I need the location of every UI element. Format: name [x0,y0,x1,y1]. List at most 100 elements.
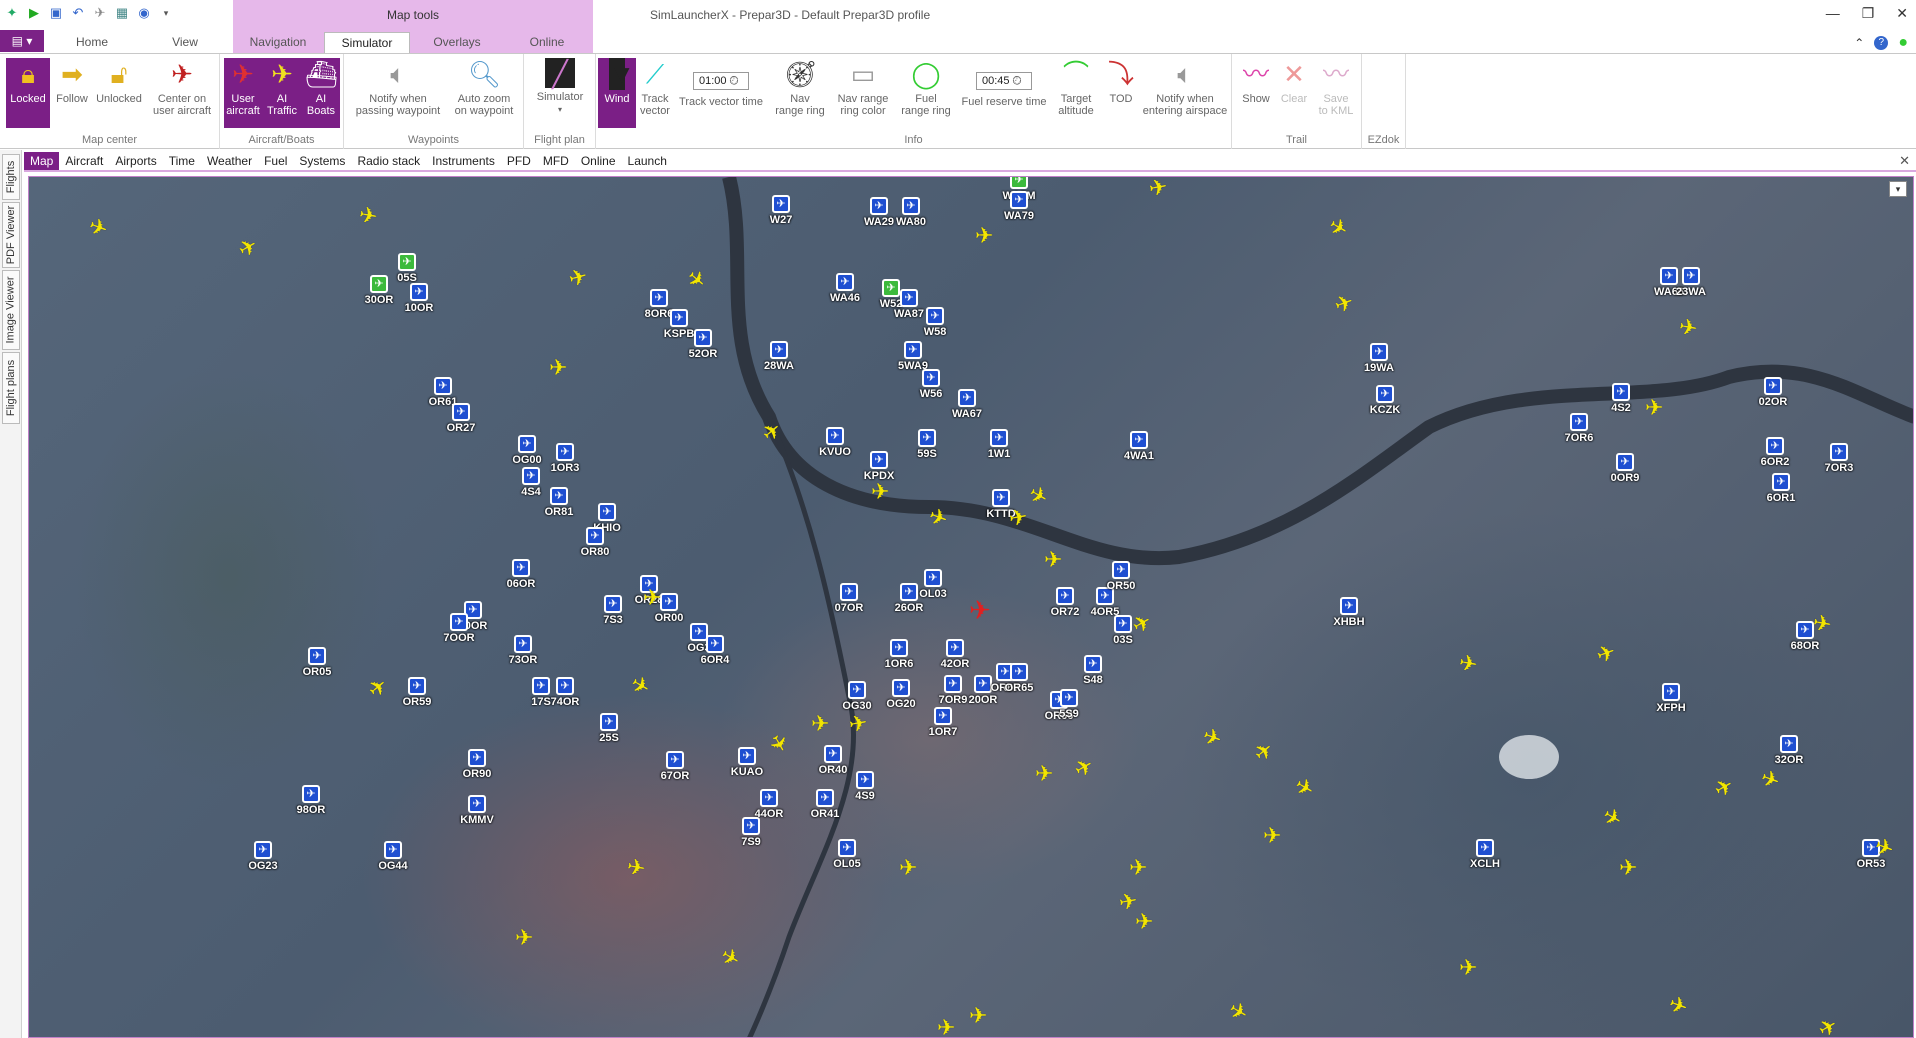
subtab-weather[interactable]: Weather [201,152,258,170]
airport-marker[interactable]: ✈ 6OR1 [1751,473,1811,504]
airport-marker[interactable]: ✈ 19WA [1349,343,1409,374]
subtab-aircraft[interactable]: Aircraft [59,152,109,170]
airport-marker[interactable]: ✈ 7S9 [721,817,781,848]
airport-marker[interactable]: ✈ 32OR [1759,735,1819,766]
side-tab-image-viewer[interactable]: Image Viewer [2,270,20,350]
airport-marker[interactable]: ✈ WA80 [881,197,941,228]
track-vector-time-input[interactable]: 01:00 🕘︎ [693,72,749,90]
track-vector-time-field[interactable]: 01:00 🕘︎ Track vector time [674,58,768,108]
airport-marker[interactable]: ✈ XFPH [1641,683,1701,714]
airport-marker[interactable]: ✈ 73OR [493,635,553,666]
restore-icon[interactable]: ❐ [1862,5,1875,22]
ai-traffic-plane-icon[interactable]: ✈ [1457,650,1479,678]
airport-marker[interactable]: ✈ W58 [905,307,965,338]
subtab-time[interactable]: Time [163,152,201,170]
airport-marker[interactable]: ✈ 5WA9 [883,341,943,372]
ai-traffic-plane-icon[interactable]: ✈ [969,1005,987,1027]
close-icon[interactable]: ✕ [1896,5,1908,22]
subtab-mfd[interactable]: MFD [537,152,575,170]
simulator-plan-button[interactable]: ╱ Simulator ▾ [530,58,590,116]
subtab-launch[interactable]: Launch [622,152,673,170]
airport-marker[interactable]: ✈ 6OR2 [1745,437,1805,468]
side-tab-flight-plans[interactable]: Flight plans [2,352,20,424]
airport-marker[interactable]: ✈ OL05 [817,839,877,870]
subtab-map[interactable]: Map [24,152,60,170]
airport-marker[interactable]: ✈ OR80 [565,527,625,558]
ai-traffic-plane-icon[interactable]: ✈ [847,710,869,738]
airport-marker[interactable]: ✈ 26OR [879,583,939,614]
fuel-reserve-time-input[interactable]: 00:45 🕘︎ [976,72,1032,90]
ai-traffic-plane-icon[interactable]: ✈ [549,357,567,379]
airport-marker[interactable]: ✈ 1OR6 [869,639,929,670]
tab-home[interactable]: Home [64,32,120,54]
tab-online[interactable]: Online [504,32,590,54]
ai-traffic-plane-icon[interactable]: ✈ [937,1017,955,1038]
ai-traffic-plane-icon[interactable]: ✈ [871,481,889,503]
tab-simulator[interactable]: Simulator [324,32,410,54]
airport-marker[interactable]: ✈ 6OR4 [685,635,745,666]
subtab-online[interactable]: Online [575,152,622,170]
aircraft-icon[interactable]: ✈ [92,5,108,21]
airport-marker[interactable]: ✈ 59S [897,429,957,460]
subtab-systems[interactable]: Systems [293,152,351,170]
ai-traffic-plane-icon[interactable]: ✈ [1619,857,1637,879]
center-on-aircraft-button[interactable]: ✈ Center on user aircraft [148,58,216,117]
trail-save-kml-button[interactable]: 〰 Save to KML [1314,58,1358,117]
ai-traffic-plane-icon[interactable]: ✈ [1135,911,1153,933]
tab-overlays[interactable]: Overlays [414,32,500,54]
nav-range-ring-button[interactable]: 🧭︎ Nav range ring [770,58,830,117]
airport-marker[interactable]: ✈ 07OR [819,583,879,614]
trail-clear-button[interactable]: ✕ Clear [1276,58,1312,105]
airport-marker[interactable]: ✈ 4WA1 [1109,431,1169,462]
airport-marker[interactable]: ✈ 28WA [749,341,809,372]
airport-marker[interactable]: ✈ WA67 [937,389,997,420]
airport-marker[interactable]: ✈ 4S2 [1591,383,1651,414]
airport-marker[interactable]: ✈ 7OR3 [1809,443,1869,474]
target-altitude-button[interactable]: ⌒ Target altitude [1052,58,1100,117]
ai-traffic-plane-icon[interactable]: ✈ [1007,504,1029,532]
airport-marker[interactable]: ✈ W27 [751,195,811,226]
airport-marker[interactable]: ✈ XCLH [1455,839,1515,870]
wind-button[interactable]: ▼ Wind [598,58,636,128]
ai-traffic-plane-icon[interactable]: ✈ [1811,610,1833,638]
ai-traffic-plane-icon[interactable]: ✈ [1035,763,1053,785]
ai-traffic-plane-icon[interactable]: ✈ [1263,825,1281,847]
airport-marker[interactable]: ✈ 98OR [281,785,341,816]
airport-marker[interactable]: ✈ 06OR [491,559,551,590]
subtab-radio-stack[interactable]: Radio stack [351,152,426,170]
ai-traffic-plane-icon[interactable]: ✈ [643,587,661,609]
airport-marker[interactable]: ✈ S48 [1063,655,1123,686]
subtab-pfd[interactable]: PFD [501,152,537,170]
help-icon[interactable]: ? [1874,36,1889,50]
ai-traffic-plane-icon[interactable]: ✈ [1044,549,1062,571]
airport-marker[interactable]: ✈ 74OR [535,677,595,708]
collapse-ribbon-icon[interactable]: ⌃ [1854,36,1864,50]
airport-marker[interactable]: ✈ 7OR6 [1549,413,1609,444]
airport-marker[interactable]: ✈ 1OR7 [913,707,973,738]
user-aircraft-button[interactable]: ✈ User aircraft [224,58,262,117]
ai-traffic-plane-icon[interactable]: ✈ [975,225,993,247]
airport-marker[interactable]: ✈ OG44 [363,841,423,872]
unlocked-button[interactable]: 🔓︎ Unlocked [94,58,144,105]
notify-waypoint-button[interactable]: 🔈︎ Notify when passing waypoint [350,58,446,117]
tod-button[interactable]: ⤵ TOD [1102,58,1140,105]
close-icon[interactable]: ✕ [1899,153,1910,169]
ai-boats-button[interactable]: ⛴ AI Boats [302,58,340,117]
ai-traffic-plane-icon[interactable]: ✈ [899,857,917,879]
airport-marker[interactable]: ✈ 4S9 [835,771,895,802]
tab-navigation[interactable]: Navigation [236,32,320,54]
subtab-fuel[interactable]: Fuel [258,152,293,170]
ai-traffic-plane-icon[interactable]: ✈ [1147,177,1169,201]
locked-button[interactable]: 🔒︎ Locked [6,58,50,128]
notify-airspace-button[interactable]: 🔈︎ Notify when entering airspace [1142,58,1228,117]
airport-marker[interactable]: ✈ KCZK [1355,385,1415,416]
airport-marker[interactable]: ✈ OR50 [1091,561,1151,592]
save-icon[interactable]: ▣ [48,5,64,21]
ai-traffic-plane-icon[interactable]: ✈ [1129,857,1147,879]
airport-marker[interactable]: ✈ OR05 [287,647,347,678]
map-options-button[interactable]: ▾ [1889,181,1907,197]
airport-marker[interactable]: ✈ KMMV [447,795,507,826]
airport-marker[interactable]: ✈ 7S3 [583,595,643,626]
side-tab-pdf-viewer[interactable]: PDF Viewer [2,202,20,268]
ai-traffic-plane-icon[interactable]: ✈ [515,927,533,949]
